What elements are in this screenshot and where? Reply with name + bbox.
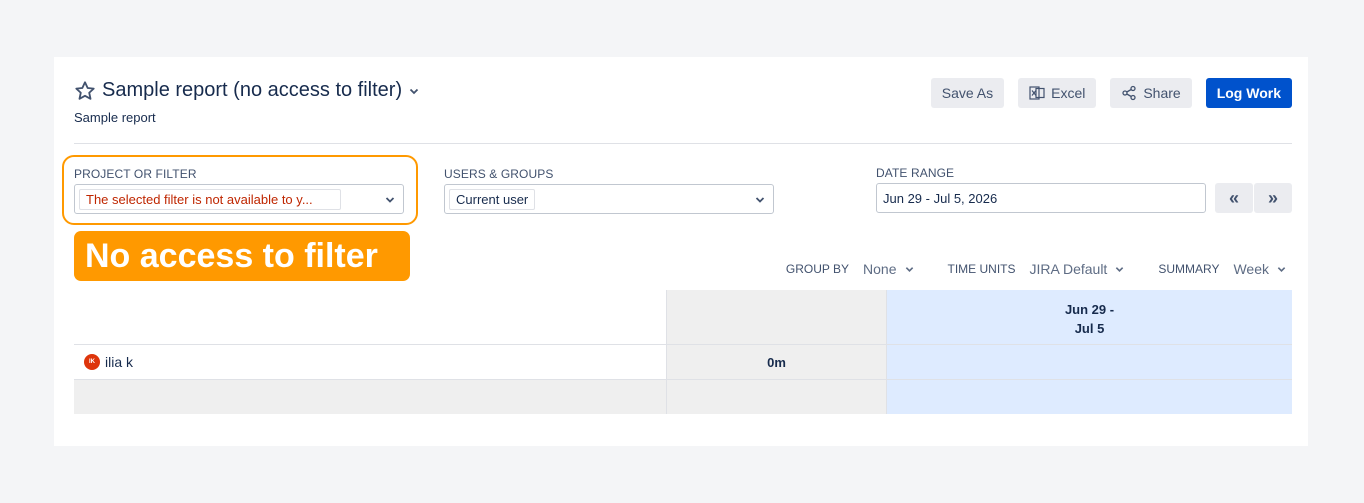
excel-icon bbox=[1029, 86, 1045, 100]
group-by-value: None bbox=[863, 261, 897, 277]
totals-name-cell bbox=[74, 380, 666, 414]
summary-value: Week bbox=[1233, 261, 1269, 277]
totals-week-cell bbox=[887, 380, 1292, 414]
week-header-line2: Jul 5 bbox=[1074, 321, 1105, 336]
summary-dropdown[interactable]: Week bbox=[1233, 261, 1286, 277]
filter-error-tag: The selected filter is not available to … bbox=[79, 188, 341, 210]
date-range-input[interactable]: Jun 29 - Jul 5, 2026 bbox=[876, 183, 1206, 213]
share-label: Share bbox=[1143, 85, 1181, 101]
time-units-value: JIRA Default bbox=[1029, 261, 1108, 277]
date-range-label: DATE RANGE bbox=[876, 166, 955, 180]
toolbar: Save As Excel Share Log Work bbox=[930, 78, 1292, 108]
title-row: Sample report (no access to filter) bbox=[74, 79, 420, 102]
timesheet-grid: Jun 29 - Jul 5 IK ilia k 0m bbox=[74, 290, 1292, 414]
week-cell[interactable] bbox=[887, 345, 1292, 379]
project-filter-select[interactable]: The selected filter is not available to … bbox=[74, 184, 404, 214]
time-units-label: TIME UNITS bbox=[947, 262, 1016, 276]
share-button[interactable]: Share bbox=[1110, 78, 1192, 108]
excel-label: Excel bbox=[1051, 85, 1086, 101]
log-work-label: Log Work bbox=[1216, 85, 1281, 101]
chevron-down-icon bbox=[1116, 266, 1124, 272]
week-column-header: Jun 29 - Jul 5 bbox=[887, 290, 1292, 344]
chevron-down-icon bbox=[1277, 266, 1286, 272]
header-divider bbox=[74, 143, 1292, 144]
grid-header-name-cell bbox=[74, 290, 666, 344]
group-by-label: GROUP BY bbox=[785, 262, 850, 276]
users-groups-select[interactable]: Current user bbox=[444, 184, 774, 214]
share-icon bbox=[1122, 85, 1136, 101]
totals-total-cell bbox=[666, 380, 887, 414]
save-as-button[interactable]: Save As bbox=[930, 78, 1005, 108]
no-access-callout: No access to filter bbox=[74, 231, 410, 281]
avatar: IK bbox=[84, 354, 100, 370]
chevron-down-icon[interactable] bbox=[408, 85, 420, 97]
page-subtitle: Sample report bbox=[74, 110, 156, 125]
chevron-down-icon bbox=[755, 197, 765, 203]
report-options: GROUP BY None TIME UNITS JIRA Default SU… bbox=[786, 261, 1286, 277]
project-filter-label: PROJECT OR FILTER bbox=[74, 167, 197, 181]
grid-header-total-cell bbox=[666, 290, 887, 344]
chevron-down-icon bbox=[385, 197, 395, 203]
summary-label: SUMMARY bbox=[1158, 262, 1220, 276]
save-as-label: Save As bbox=[941, 85, 994, 101]
user-name[interactable]: ilia k bbox=[105, 354, 133, 370]
week-header-line1: Jun 29 - bbox=[1064, 302, 1115, 317]
page-title: Sample report (no access to filter) bbox=[102, 79, 403, 101]
report-card: Sample report (no access to filter) Samp… bbox=[54, 57, 1308, 446]
star-icon[interactable] bbox=[74, 80, 96, 102]
previous-week-button[interactable]: « bbox=[1215, 183, 1253, 213]
group-by-dropdown[interactable]: None bbox=[863, 261, 913, 277]
chevron-down-icon bbox=[905, 266, 913, 272]
time-units-dropdown[interactable]: JIRA Default bbox=[1030, 261, 1125, 277]
table-row: IK ilia k 0m bbox=[74, 345, 1292, 380]
user-cell: IK ilia k bbox=[74, 345, 666, 379]
log-work-button[interactable]: Log Work bbox=[1205, 78, 1292, 108]
excel-button[interactable]: Excel bbox=[1018, 78, 1097, 108]
users-groups-label: USERS & GROUPS bbox=[444, 167, 554, 181]
next-week-button[interactable]: » bbox=[1254, 183, 1292, 213]
grid-header-row: Jun 29 - Jul 5 bbox=[74, 290, 1292, 345]
totals-row bbox=[74, 380, 1292, 414]
total-cell: 0m bbox=[666, 345, 887, 379]
current-user-tag: Current user bbox=[449, 188, 536, 210]
